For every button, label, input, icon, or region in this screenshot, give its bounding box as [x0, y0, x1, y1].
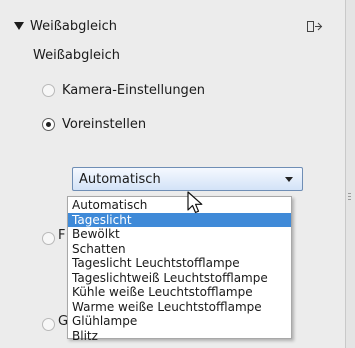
hidden-option-label: F: [58, 228, 66, 243]
menu-item[interactable]: Glühlampe: [68, 314, 291, 329]
chevron-down-icon[interactable]: [285, 177, 293, 182]
mouse-pointer-icon: [187, 191, 203, 214]
menu-item[interactable]: Schatten: [68, 242, 291, 257]
radio-button[interactable]: [42, 83, 55, 97]
radio-camera-settings[interactable]: Kamera-Einstellungen: [42, 80, 205, 100]
menu-item[interactable]: Automatisch: [68, 198, 291, 213]
panel-pin-icon[interactable]: [306, 20, 324, 33]
radio-button-checked[interactable]: [42, 117, 55, 131]
scrollbar-grip[interactable]: [348, 193, 351, 194]
menu-item[interactable]: Warme weiße Leuchtstofflampe: [68, 300, 291, 315]
scrollbar-grip[interactable]: [348, 199, 351, 200]
preset-dropdown[interactable]: Automatisch: [72, 167, 303, 191]
scrollbar[interactable]: [346, 0, 355, 348]
menu-item-highlighted[interactable]: Tageslicht: [68, 212, 291, 227]
radio-label: Kamera-Einstellungen: [62, 82, 206, 98]
menu-item[interactable]: Tageslicht Leuchtstofflampe: [68, 256, 291, 271]
radio-label: Voreinstellen: [62, 116, 147, 132]
radio-preset[interactable]: Voreinstellen: [42, 114, 146, 134]
scrollbar-grip[interactable]: [348, 196, 351, 197]
radio-button[interactable]: [42, 318, 55, 331]
menu-item[interactable]: Kühle weiße Leuchtstofflampe: [68, 285, 291, 300]
white-balance-panel: Weißabgleich Weißabgleich Kamera-Einstel…: [0, 0, 346, 348]
section-label: Weißabgleich: [33, 48, 120, 63]
panel-title: Weißabgleich: [30, 18, 117, 34]
menu-item[interactable]: Tageslichtweiß Leuchtstofflampe: [68, 271, 291, 286]
menu-item[interactable]: Bewölkt: [68, 227, 291, 242]
dropdown-selected-value: Automatisch: [79, 171, 161, 187]
collapse-triangle-icon[interactable]: [14, 22, 24, 30]
menu-item[interactable]: Blitz: [68, 329, 291, 344]
dropdown-menu: Automatisch Tageslicht Bewölkt Schatten …: [67, 196, 292, 343]
panel-header[interactable]: Weißabgleich: [14, 16, 117, 36]
radio-button[interactable]: [42, 232, 55, 245]
